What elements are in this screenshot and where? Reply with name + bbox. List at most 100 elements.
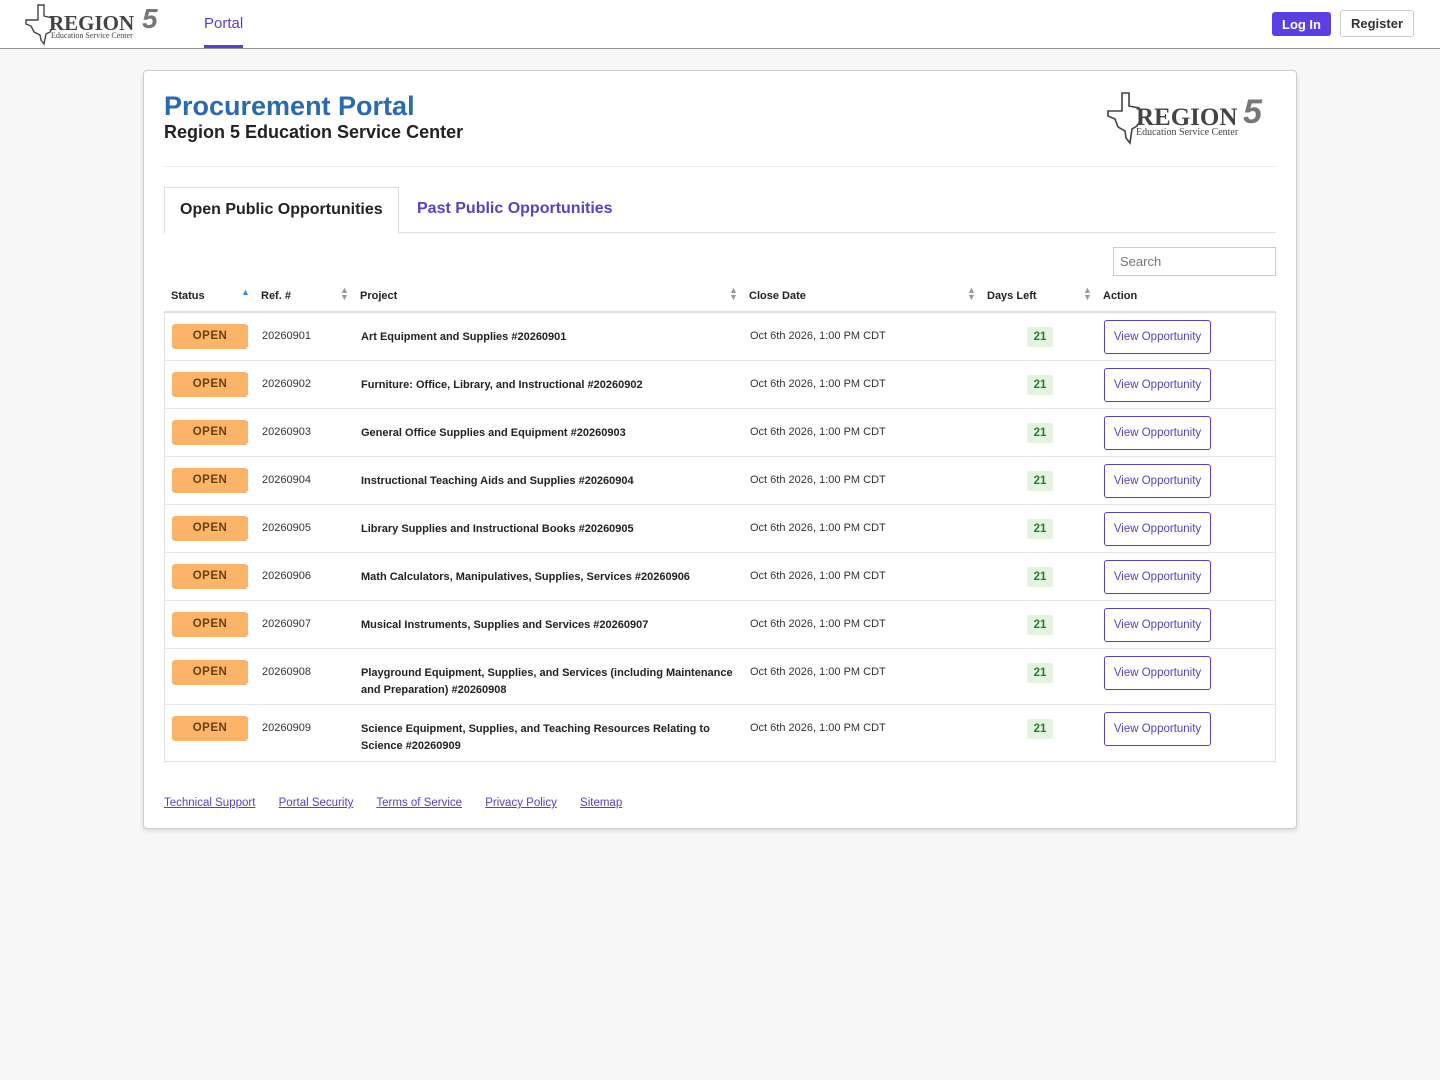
close-date: Oct 6th 2026, 1:00 PM CDT	[750, 570, 886, 582]
days-left-badge: 21	[1027, 327, 1053, 347]
table-header: Status ▲ Ref. # ▲ ▼ Project ▲ ▼ Close Date…	[164, 283, 1276, 313]
footer-link-sitemap[interactable]: Sitemap	[580, 797, 622, 809]
days-left-badge: 21	[1027, 719, 1053, 739]
days-left-badge: 21	[1027, 567, 1053, 587]
status-badge: OPEN	[172, 564, 248, 589]
close-date: Oct 6th 2026, 1:00 PM CDT	[750, 666, 886, 678]
view-opportunity-button[interactable]: View Opportunity	[1104, 416, 1211, 450]
tab-past-opportunities[interactable]: Past Public Opportunities	[417, 187, 613, 233]
days-left-badge: 21	[1027, 423, 1053, 443]
project-name: Furniture: Office, Library, and Instruct…	[361, 379, 643, 391]
table-row: OPEN 20260906 Math Calculators, Manipula…	[165, 553, 1275, 601]
column-header-days-left[interactable]: Days Left	[987, 290, 1037, 302]
project-name: General Office Supplies and Equipment #2…	[361, 427, 626, 439]
close-date: Oct 6th 2026, 1:00 PM CDT	[750, 618, 886, 630]
project-name: Playground Equipment, Supplies, and Serv…	[361, 667, 733, 696]
days-left-badge: 21	[1027, 519, 1053, 539]
close-date: Oct 6th 2026, 1:00 PM CDT	[750, 522, 886, 534]
status-badge: OPEN	[172, 420, 248, 445]
table-row: OPEN 20260903 General Office Supplies an…	[165, 409, 1275, 457]
status-badge: OPEN	[172, 372, 248, 397]
footer-link-portal-security[interactable]: Portal Security	[279, 797, 354, 809]
view-opportunity-button[interactable]: View Opportunity	[1104, 368, 1211, 402]
top-navbar: REGION 5 Education Service Center Portal…	[0, 0, 1440, 49]
table-row: OPEN 20260904 Instructional Teaching Aid…	[165, 457, 1275, 505]
column-header-action: Action	[1103, 290, 1138, 302]
header-divider	[164, 166, 1276, 167]
footer-links: Technical Support Portal Security Terms …	[164, 797, 642, 809]
sort-icon[interactable]: ▲ ▼	[967, 286, 976, 302]
ref-number: 20260901	[262, 330, 311, 342]
ref-number: 20260905	[262, 522, 311, 534]
ref-number: 20260909	[262, 722, 311, 734]
view-opportunity-button[interactable]: View Opportunity	[1104, 320, 1211, 354]
sort-icon[interactable]: ▲ ▼	[340, 286, 349, 302]
login-button[interactable]: Log In	[1272, 12, 1331, 36]
view-opportunity-button[interactable]: View Opportunity	[1104, 512, 1211, 546]
page-title: Procurement Portal	[164, 91, 415, 121]
close-date: Oct 6th 2026, 1:00 PM CDT	[750, 722, 886, 734]
status-badge: OPEN	[172, 612, 248, 637]
view-opportunity-button[interactable]: View Opportunity	[1104, 712, 1211, 746]
ref-number: 20260908	[262, 666, 311, 678]
status-badge: OPEN	[172, 324, 248, 349]
column-header-ref[interactable]: Ref. #	[261, 290, 291, 302]
opportunities-table: Status ▲ Ref. # ▲ ▼ Project ▲ ▼ Close Date…	[164, 283, 1276, 762]
table-row: OPEN 20260909 Science Equipment, Supplie…	[165, 705, 1275, 761]
project-name: Library Supplies and Instructional Books…	[361, 523, 634, 535]
close-date: Oct 6th 2026, 1:00 PM CDT	[750, 474, 886, 486]
project-name: Science Equipment, Supplies, and Teachin…	[361, 723, 710, 752]
table-body: OPEN 20260901 Art Equipment and Supplies…	[164, 313, 1276, 762]
view-opportunity-button[interactable]: View Opportunity	[1104, 656, 1211, 690]
footer-link-privacy-policy[interactable]: Privacy Policy	[485, 797, 557, 809]
days-left-badge: 21	[1027, 375, 1053, 395]
ref-number: 20260907	[262, 618, 311, 630]
table-row: OPEN 20260905 Library Supplies and Instr…	[165, 505, 1275, 553]
column-header-close-date[interactable]: Close Date	[749, 290, 806, 302]
ref-number: 20260903	[262, 426, 311, 438]
svg-text:Education Service Center: Education Service Center	[1136, 127, 1239, 138]
project-name: Instructional Teaching Aids and Supplies…	[361, 475, 634, 487]
status-badge: OPEN	[172, 468, 248, 493]
view-opportunity-button[interactable]: View Opportunity	[1104, 608, 1211, 642]
table-row: OPEN 20260902 Furniture: Office, Library…	[165, 361, 1275, 409]
nav-tab-portal[interactable]: Portal	[204, 0, 244, 48]
table-row: OPEN 20260907 Musical Instruments, Suppl…	[165, 601, 1275, 649]
table-row: OPEN 20260908 Playground Equipment, Supp…	[165, 649, 1275, 705]
days-left-badge: 21	[1027, 471, 1053, 491]
svg-text:5: 5	[1243, 93, 1263, 131]
status-badge: OPEN	[172, 716, 248, 741]
project-name: Math Calculators, Manipulatives, Supplie…	[361, 571, 690, 583]
sort-asc-icon[interactable]: ▲	[241, 288, 250, 297]
status-badge: OPEN	[172, 516, 248, 541]
project-name: Musical Instruments, Supplies and Servic…	[361, 619, 649, 631]
register-button[interactable]: Register	[1340, 10, 1414, 37]
view-opportunity-button[interactable]: View Opportunity	[1104, 464, 1211, 498]
sort-icon[interactable]: ▲ ▼	[1083, 286, 1092, 302]
days-left-badge: 21	[1027, 615, 1053, 635]
close-date: Oct 6th 2026, 1:00 PM CDT	[750, 426, 886, 438]
status-badge: OPEN	[172, 660, 248, 685]
close-date: Oct 6th 2026, 1:00 PM CDT	[750, 378, 886, 390]
footer-link-terms-of-service[interactable]: Terms of Service	[376, 797, 462, 809]
column-header-project[interactable]: Project	[360, 290, 397, 302]
sort-icon[interactable]: ▲ ▼	[729, 286, 738, 302]
close-date: Oct 6th 2026, 1:00 PM CDT	[750, 330, 886, 342]
region5-card-logo: REGION 5 Education Service Center	[1107, 92, 1263, 145]
view-opportunity-button[interactable]: View Opportunity	[1104, 560, 1211, 594]
opportunity-tabs: Open Public Opportunities Past Public Op…	[164, 187, 1276, 234]
table-row: OPEN 20260901 Art Equipment and Supplies…	[165, 313, 1275, 361]
page-subtitle: Region 5 Education Service Center	[164, 122, 464, 142]
footer-link-technical-support[interactable]: Technical Support	[164, 797, 255, 809]
ref-number: 20260902	[262, 378, 311, 390]
region5-logo[interactable]: REGION 5 Education Service Center	[22, 2, 170, 46]
svg-text:5: 5	[142, 3, 158, 34]
tab-open-opportunities[interactable]: Open Public Opportunities	[164, 187, 399, 234]
portal-card: Procurement Portal Region 5 Education Se…	[143, 70, 1297, 829]
ref-number: 20260904	[262, 474, 311, 486]
ref-number: 20260906	[262, 570, 311, 582]
days-left-badge: 21	[1027, 663, 1053, 683]
search-input[interactable]	[1113, 247, 1276, 276]
svg-text:Education Service Center: Education Service Center	[51, 31, 133, 40]
column-header-status[interactable]: Status	[171, 290, 205, 302]
